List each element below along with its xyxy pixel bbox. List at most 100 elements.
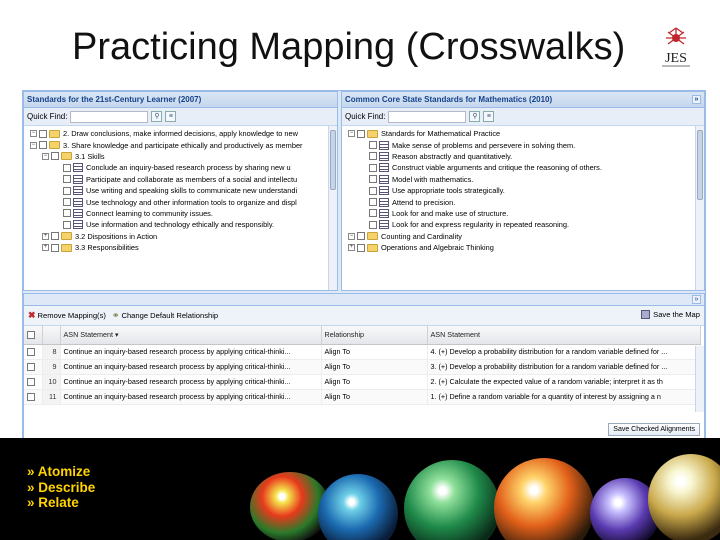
select-all-header[interactable]: [24, 326, 43, 345]
tree-node[interactable]: +3.2 Dispositions in Action: [24, 231, 337, 242]
tree-node[interactable]: Reason abstractly and quantitatively.: [342, 151, 704, 162]
expand-toggle-icon[interactable]: −: [348, 232, 355, 240]
right-quickfind-input[interactable]: [388, 110, 467, 123]
tree-checkbox[interactable]: [63, 209, 71, 218]
tree-node[interactable]: Use information and technology ethically…: [24, 219, 337, 230]
tree-checkbox[interactable]: [51, 232, 59, 241]
expand-toggle-icon[interactable]: +: [42, 232, 49, 240]
tree-checkbox[interactable]: [51, 243, 59, 252]
row-checkbox-cell[interactable]: [24, 359, 43, 375]
save-checked-alignments-button[interactable]: Save Checked Alignments: [608, 423, 700, 436]
filter-icon[interactable]: ⚲: [469, 111, 481, 122]
expand-icon[interactable]: ≡: [483, 111, 495, 122]
tree-checkbox[interactable]: [369, 209, 377, 218]
tree-checkbox[interactable]: [369, 186, 377, 195]
left-scrollbar[interactable]: [328, 126, 337, 290]
column-header-source[interactable]: ASN Statement ▾: [60, 326, 322, 345]
tree-node-label: Counting and Cardinality: [381, 231, 462, 241]
tree-node[interactable]: + Operations and Algebraic Thinking: [342, 242, 704, 253]
document-icon: [379, 163, 389, 173]
table-row[interactable]: 9 Continue an inquiry-based research proc…: [24, 359, 701, 375]
tree-checkbox[interactable]: [357, 129, 365, 138]
tree-node[interactable]: Attend to precision.: [342, 196, 704, 207]
tree-node[interactable]: Construct viable arguments and critique …: [342, 162, 704, 173]
table-row[interactable]: 10 Continue an inquiry-based research pro…: [24, 374, 701, 390]
tree-node[interactable]: Look for and express regularity in repea…: [342, 219, 704, 230]
tree-checkbox[interactable]: [63, 175, 71, 184]
collapse-icon[interactable]: »: [692, 295, 701, 304]
mappings-grid-body: 8 Continue an inquiry-based research proc…: [24, 344, 701, 405]
tree-node-label: Construct viable arguments and critique …: [392, 163, 602, 173]
right-standards-panel: Common Core State Standards for Mathemat…: [341, 91, 705, 291]
save-map-button[interactable]: Save the Map: [641, 310, 700, 319]
column-header-relationship[interactable]: Relationship: [321, 326, 428, 345]
tree-node[interactable]: − Counting and Cardinality: [342, 231, 704, 242]
source-statement-cell: Continue an inquiry-based research proce…: [60, 374, 322, 390]
expand-toggle-icon[interactable]: −: [348, 130, 355, 138]
tree-checkbox[interactable]: [369, 175, 377, 184]
tree-node[interactable]: Conclude an inquiry-based research proce…: [24, 162, 337, 173]
row-checkbox[interactable]: [27, 363, 35, 372]
tree-node-label: 3.3 Responsibilities: [75, 243, 139, 253]
tree-node[interactable]: − Standards for Mathematical Practice: [342, 128, 704, 139]
remove-mapping-button[interactable]: ✖ Remove Mapping(s): [28, 310, 106, 321]
right-scrollbar[interactable]: [695, 126, 704, 290]
tree-node-label: Participate and collaborate as members o…: [86, 174, 298, 184]
tree-node[interactable]: Look for and make use of structure.: [342, 208, 704, 219]
folder-icon: [61, 243, 72, 252]
tree-checkbox[interactable]: [369, 141, 377, 150]
folder-icon: [49, 141, 60, 150]
tree-checkbox[interactable]: [369, 220, 377, 229]
logo-text: JES: [665, 51, 687, 66]
left-quickfind-input[interactable]: [70, 110, 149, 123]
tree-node[interactable]: +3.3 Responsibilities: [24, 242, 337, 253]
grid-scrollbar[interactable]: [695, 346, 704, 412]
expand-toggle-icon[interactable]: −: [30, 141, 37, 149]
change-relationship-button[interactable]: ⚭ Change Default Relationship: [112, 310, 218, 321]
tree-node[interactable]: − 3. Share knowledge and participate ethi…: [24, 139, 337, 150]
expand-toggle-icon[interactable]: −: [42, 152, 49, 160]
column-header-target[interactable]: ASN Statement: [427, 326, 701, 345]
expand-toggle-icon[interactable]: +: [42, 244, 49, 252]
tree-checkbox[interactable]: [357, 232, 365, 241]
filter-icon[interactable]: ⚲: [151, 111, 163, 122]
row-checkbox[interactable]: [27, 393, 35, 402]
tree-node[interactable]: Model with mathematics.: [342, 174, 704, 185]
tree-node[interactable]: Use writing and speaking skills to commu…: [24, 185, 337, 196]
tree-checkbox[interactable]: [39, 141, 47, 150]
tree-node[interactable]: − 3.1 Skills: [24, 151, 337, 162]
tree-checkbox[interactable]: [369, 198, 377, 207]
tree-checkbox[interactable]: [63, 198, 71, 207]
table-row[interactable]: 8 Continue an inquiry-based research proc…: [24, 344, 701, 360]
select-all-checkbox[interactable]: [27, 331, 35, 340]
collapse-icon[interactable]: »: [692, 95, 701, 104]
tree-checkbox[interactable]: [63, 163, 71, 172]
tree-checkbox[interactable]: [39, 129, 47, 138]
tree-node[interactable]: Connect learning to community issues.: [24, 208, 337, 219]
tree-checkbox[interactable]: [51, 152, 59, 161]
left-quickfind-label: Quick Find:: [27, 112, 68, 121]
table-row[interactable]: 11 Continue an inquiry-based research pro…: [24, 389, 701, 405]
tree-node-label: Use information and technology ethically…: [86, 220, 275, 230]
tree-checkbox[interactable]: [369, 152, 377, 161]
standards-mapping-app: Standards for the 21st-Century Learner (…: [22, 90, 706, 464]
link-icon: ⚭: [111, 310, 120, 320]
row-checkbox[interactable]: [27, 348, 35, 357]
tree-checkbox[interactable]: [63, 220, 71, 229]
tree-checkbox[interactable]: [369, 163, 377, 172]
row-checkbox-cell[interactable]: [24, 344, 43, 360]
expand-toggle-icon[interactable]: +: [348, 244, 355, 252]
expand-icon[interactable]: ≡: [165, 111, 177, 122]
tree-checkbox[interactable]: [357, 243, 365, 252]
expand-toggle-icon[interactable]: −: [30, 130, 37, 138]
row-number: 9: [42, 359, 61, 375]
row-checkbox-cell[interactable]: [24, 374, 43, 390]
tree-node[interactable]: Use appropriate tools strategically.: [342, 185, 704, 196]
tree-checkbox[interactable]: [63, 186, 71, 195]
tree-node[interactable]: Use technology and other information too…: [24, 196, 337, 207]
tree-node[interactable]: Make sense of problems and persevere in …: [342, 139, 704, 150]
row-checkbox[interactable]: [27, 378, 35, 387]
tree-node[interactable]: Participate and collaborate as members o…: [24, 174, 337, 185]
row-checkbox-cell[interactable]: [24, 389, 43, 405]
tree-node[interactable]: − 2. Draw conclusions, make informed deci…: [24, 128, 337, 139]
